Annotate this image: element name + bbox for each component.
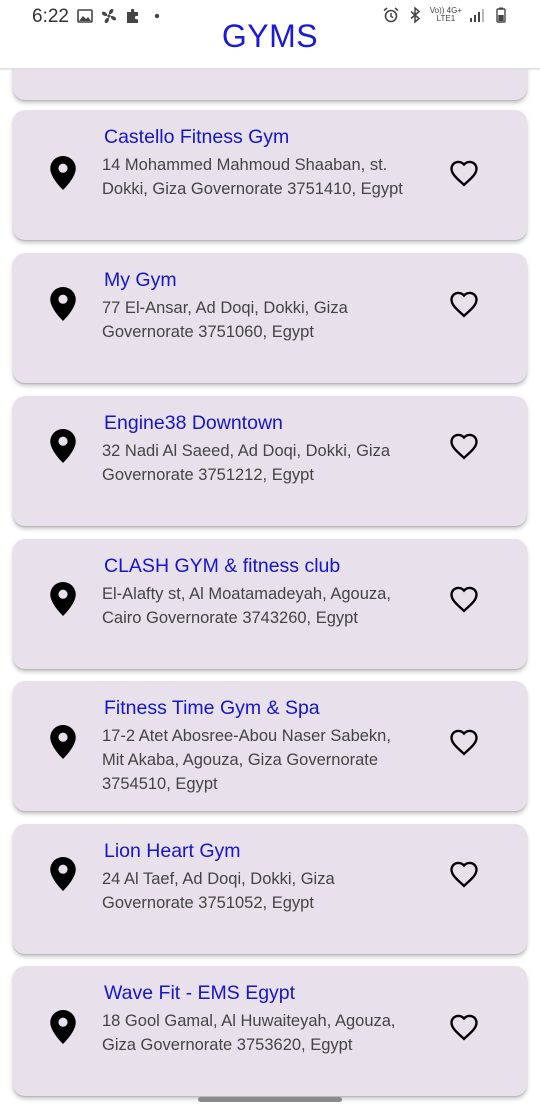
gym-name: Castello Fitness Gym bbox=[104, 126, 290, 148]
gym-name: Fitness Time Gym & Spa bbox=[104, 697, 320, 719]
gym-address: 17-2 Atet Abosree-Abou Naser Sabekn, Mit… bbox=[102, 727, 391, 793]
gym-address: El-Alafty st, Al Moatamadeyah, Agouza, C… bbox=[102, 585, 391, 627]
gym-card-castello[interactable]: Castello Fitness Gym 14 Mohammed Mahmoud… bbox=[13, 110, 527, 240]
gym-card-lion-heart[interactable]: Lion Heart Gym 24 Al Taef, Ad Doqi, Dokk… bbox=[13, 824, 527, 954]
home-indicator[interactable] bbox=[198, 1097, 342, 1102]
gym-card-fitness-time[interactable]: Fitness Time Gym & Spa 17-2 Atet Abosree… bbox=[13, 681, 527, 811]
map-pin-icon bbox=[50, 156, 76, 190]
map-pin-icon bbox=[50, 1010, 76, 1044]
gym-list[interactable]: Castello Fitness Gym 14 Mohammed Mahmoud… bbox=[0, 0, 540, 1110]
gym-address: 32 Nadi Al Saeed, Ad Doqi, Dokki, Giza G… bbox=[102, 442, 390, 484]
heart-outline-icon[interactable] bbox=[449, 860, 479, 888]
heart-outline-icon[interactable] bbox=[449, 585, 479, 613]
gym-card-clash[interactable]: CLASH GYM & fitness club El-Alafty st, A… bbox=[13, 539, 527, 669]
gym-name: My Gym bbox=[104, 269, 177, 291]
page-title: GYMS bbox=[221, 18, 319, 54]
gym-address: 14 Mohammed Mahmoud Shaaban, st. Dokki, … bbox=[102, 156, 403, 198]
heart-outline-icon[interactable] bbox=[449, 1013, 479, 1041]
heart-outline-icon[interactable] bbox=[449, 290, 479, 318]
heart-outline-icon[interactable] bbox=[449, 159, 479, 187]
map-pin-icon bbox=[50, 857, 76, 891]
heart-outline-icon[interactable] bbox=[449, 728, 479, 756]
gym-name: Lion Heart Gym bbox=[104, 840, 241, 862]
gym-card-wave-fit[interactable]: Wave Fit - EMS Egypt 18 Gool Gamal, Al H… bbox=[13, 966, 527, 1096]
gym-card-engine38[interactable]: Engine38 Downtown 32 Nadi Al Saeed, Ad D… bbox=[13, 396, 527, 526]
heart-outline-icon[interactable] bbox=[449, 432, 479, 460]
gym-name: CLASH GYM & fitness club bbox=[104, 555, 341, 577]
map-pin-icon bbox=[50, 429, 76, 463]
app-bar: 6:22 Vo)) 4G+ LTE1 GYMS bbox=[0, 0, 540, 69]
map-pin-icon bbox=[50, 287, 76, 321]
gym-address: 18 Gool Gamal, Al Huwaiteyah, Agouza, Gi… bbox=[102, 1012, 396, 1054]
map-pin-icon bbox=[50, 582, 76, 616]
gym-name: Wave Fit - EMS Egypt bbox=[104, 982, 296, 1004]
app-bar-shadow bbox=[0, 68, 540, 71]
map-pin-icon bbox=[50, 725, 76, 759]
gym-address: 24 Al Taef, Ad Doqi, Dokki, Giza Governo… bbox=[102, 870, 335, 912]
gym-card-my-gym[interactable]: My Gym 77 El-Ansar, Ad Doqi, Dokki, Giza… bbox=[13, 253, 527, 383]
gym-address: 77 El-Ansar, Ad Doqi, Dokki, Giza Govern… bbox=[102, 299, 348, 341]
gym-name: Engine38 Downtown bbox=[104, 412, 283, 434]
